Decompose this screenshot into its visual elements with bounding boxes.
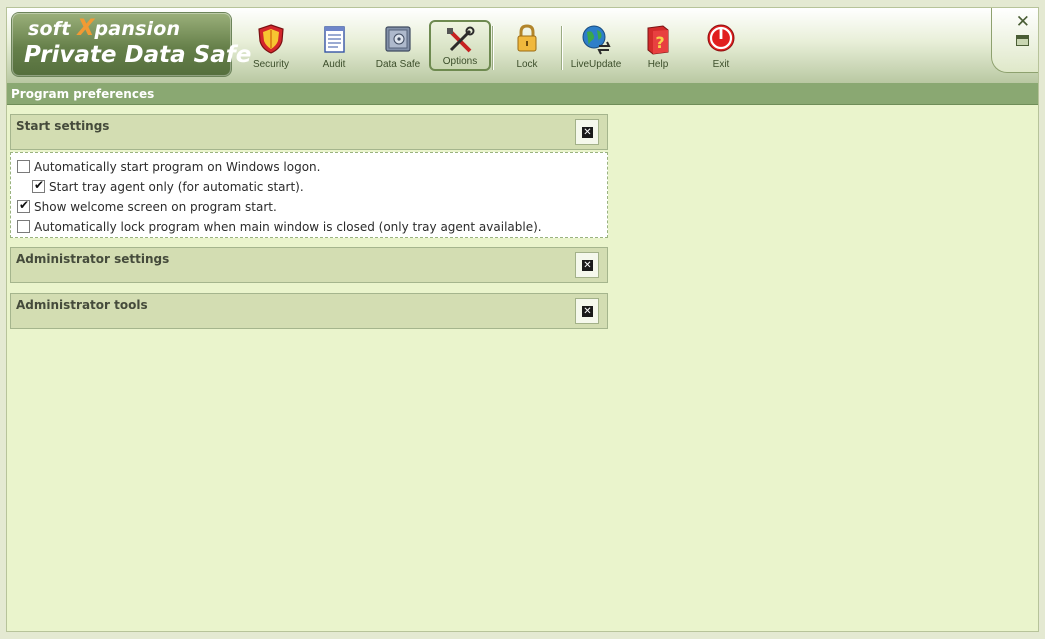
toolbar-separator <box>561 26 562 70</box>
padlock-icon <box>517 24 537 52</box>
start-settings-header[interactable]: Start settings ✕ <box>10 114 608 150</box>
administrator-tools-header[interactable]: Administrator tools ✕ <box>10 293 608 329</box>
brand-name: soft Xpansion <box>28 16 181 41</box>
help-button[interactable]: ? Help <box>635 20 681 72</box>
page-title: Program preferences <box>11 87 155 101</box>
security-button[interactable]: Security <box>248 20 294 72</box>
start-settings-options: Automatically start program on Windows l… <box>10 152 608 238</box>
collapse-start-settings-button[interactable]: ✕ <box>575 119 599 145</box>
svg-text:?: ? <box>655 33 664 52</box>
collapse-administrator-tools-button[interactable]: ✕ <box>575 298 599 324</box>
options-button[interactable]: Options <box>429 20 491 71</box>
option-tray-agent-only[interactable]: ✔ Start tray agent only (for automatic st… <box>32 178 304 194</box>
main-window: soft Xpansion Private Data Safe Security… <box>6 7 1039 632</box>
header-toolbar: soft Xpansion Private Data Safe Security… <box>7 8 1038 84</box>
panel-title: Administrator settings <box>16 252 170 266</box>
collapse-administrator-settings-button[interactable]: ✕ <box>575 252 599 278</box>
checkbox[interactable] <box>17 220 30 233</box>
panel-title: Start settings <box>16 119 110 133</box>
lock-button[interactable]: Lock <box>504 20 550 72</box>
help-book-icon: ? <box>647 25 669 55</box>
panel-title: Administrator tools <box>16 298 148 312</box>
safe-icon <box>385 26 411 52</box>
checkbox[interactable]: ✔ <box>17 198 30 213</box>
option-auto-lock[interactable]: Automatically lock program when main win… <box>17 220 542 234</box>
minimize-window-icon[interactable] <box>1016 35 1029 46</box>
liveupdate-button[interactable]: LiveUpdate <box>569 20 623 72</box>
data-safe-button[interactable]: Data Safe <box>373 20 423 72</box>
option-autostart[interactable]: Automatically start program on Windows l… <box>17 160 320 174</box>
audit-button[interactable]: Audit <box>311 20 357 72</box>
checkbox[interactable] <box>17 160 30 173</box>
administrator-settings-header[interactable]: Administrator settings ✕ <box>10 247 608 283</box>
checkmark-icon: ✔ <box>19 198 30 212</box>
notepad-icon <box>324 26 345 53</box>
close-window-icon[interactable]: ✕ <box>1016 12 1030 32</box>
toolbar-separator <box>492 26 493 70</box>
close-box-icon: ✕ <box>582 306 593 317</box>
exit-icon <box>707 24 735 52</box>
close-box-icon: ✕ <box>582 260 593 271</box>
tools-icon <box>447 26 475 53</box>
product-name: Private Data Safe <box>24 42 252 68</box>
window-controls: ✕ <box>988 8 1038 74</box>
option-welcome-screen[interactable]: ✔ Show welcome screen on program start. <box>17 198 277 214</box>
close-box-icon: ✕ <box>582 127 593 138</box>
section-titlebar: Program preferences <box>7 83 1038 105</box>
globe-update-icon <box>582 25 611 55</box>
checkmark-icon: ✔ <box>34 178 45 192</box>
app-logo: soft Xpansion Private Data Safe <box>12 13 251 76</box>
exit-button[interactable]: Exit <box>698 20 744 72</box>
checkbox[interactable]: ✔ <box>32 178 45 193</box>
window-controls-tab <box>991 8 1038 73</box>
shield-icon <box>258 24 284 54</box>
